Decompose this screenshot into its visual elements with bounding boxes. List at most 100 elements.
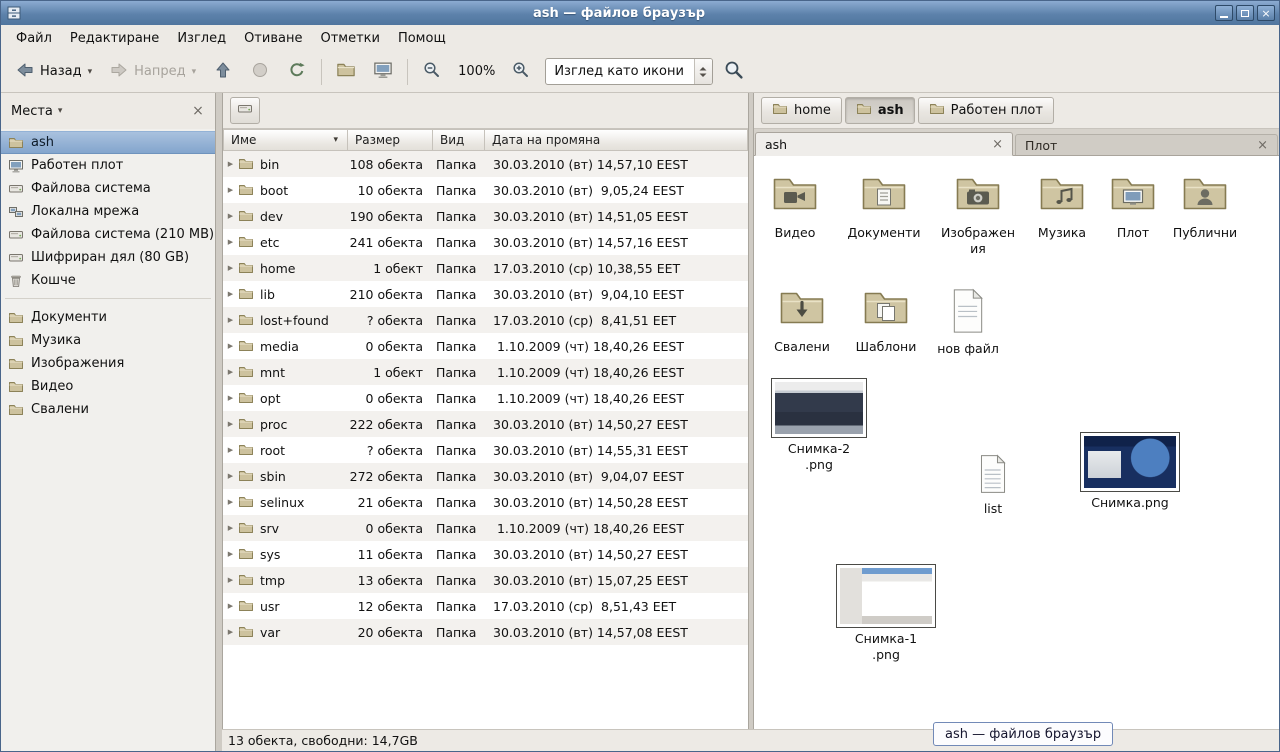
table-row-usr[interactable]: ▶usr12 обектаПапка17.03.2010 (ср) 8,51,4… [223,593,748,619]
icon-view-item-1[interactable]: Видео [756,170,834,241]
maximize-button[interactable] [1236,5,1254,21]
menu-help[interactable]: Помощ [389,28,455,49]
close-sidebar-button[interactable]: × [189,103,207,119]
sidebar-item-encrypted-80gb[interactable]: Шифриран дял (80 GB) [1,246,215,269]
expander-icon[interactable]: ▶ [223,342,238,350]
expander-icon[interactable]: ▶ [223,212,238,220]
sidebar-item-downloads[interactable]: Свалени [1,398,215,421]
icon-view-item-5[interactable]: Плот [1104,170,1162,241]
breadcrumb-ash[interactable]: ash [845,97,915,124]
home-button[interactable] [329,56,363,88]
sidebar-item-pictures[interactable]: Изображения [1,352,215,375]
table-row-media[interactable]: ▶media0 обектаПапка 1.10.2009 (чт) 18,40… [223,333,748,359]
expander-icon[interactable]: ▶ [223,498,238,506]
sidebar-item-ash[interactable]: ash [1,131,215,154]
minimize-button[interactable] [1215,5,1233,21]
icon-view-item-11[interactable]: list [964,454,1022,517]
sidebar-item-filesystem[interactable]: Файлова система [1,177,215,200]
sidebar-item-videos[interactable]: Видео [1,375,215,398]
table-row-selinux[interactable]: ▶selinux21 обектаПапка30.03.2010 (вт) 14… [223,489,748,515]
table-row-sys[interactable]: ▶sys11 обектаПапка30.03.2010 (вт) 14,50,… [223,541,748,567]
table-row-sbin[interactable]: ▶sbin272 обектаПапка30.03.2010 (вт) 9,04… [223,463,748,489]
breadcrumb-desktop[interactable]: Работен плот [918,97,1054,124]
table-row-dev[interactable]: ▶dev190 обектаПапка30.03.2010 (вт) 14,51… [223,203,748,229]
forward-button[interactable]: Напред ▾ [102,56,203,88]
table-row-var[interactable]: ▶var20 обектаПапка30.03.2010 (вт) 14,57,… [223,619,748,645]
expander-icon[interactable]: ▶ [223,420,238,428]
expander-icon[interactable]: ▶ [223,290,238,298]
sidebar-item-local-network[interactable]: Локална мрежа [1,200,215,223]
sidebar-item-trash[interactable]: Кошче [1,269,215,292]
zoom-out-button[interactable] [415,56,449,88]
close-button[interactable]: × [1257,5,1275,21]
menu-file[interactable]: Файл [7,28,61,49]
root-breadcrumb-button[interactable] [230,97,260,124]
sidebar-item-filesystem-210mb[interactable]: Файлова система (210 MB) [1,223,215,246]
expander-icon[interactable]: ▶ [223,394,238,402]
breadcrumb-home[interactable]: home [761,97,842,124]
column-header-type[interactable]: Вид [433,129,485,151]
expander-icon[interactable]: ▶ [223,550,238,558]
table-row-home[interactable]: ▶home1 обектПапка17.03.2010 (ср) 10,38,5… [223,255,748,281]
table-row-lost+found[interactable]: ▶lost+found? обектаПапка17.03.2010 (ср) … [223,307,748,333]
cell-date: 30.03.2010 (вт) 14,51,05 EEST [485,209,748,224]
expander-icon[interactable]: ▶ [223,628,238,636]
icon-view-item-10[interactable]: Снимка-2.png [766,378,872,472]
icon-view-item-7[interactable]: Свалени [762,284,842,355]
places-header[interactable]: Места ▾ × [1,93,215,129]
view-mode-select[interactable]: Изглед като икони [545,58,713,85]
icon-view-item-13[interactable]: Снимка-1.png [832,564,940,662]
icon-view-item-6[interactable]: Публични [1164,170,1246,241]
icon-view-item-12[interactable]: Снимка.png [1076,432,1184,511]
folder-icon [8,402,24,418]
icon-view-item-3[interactable]: Изображения [940,170,1016,256]
stop-button[interactable] [243,56,277,88]
sidebar-item-desktop[interactable]: Работен плот [1,154,215,177]
table-row-bin[interactable]: ▶bin108 обектаПапка30.03.2010 (вт) 14,57… [223,151,748,177]
column-header-size[interactable]: Размер [348,129,433,151]
expander-icon[interactable]: ▶ [223,160,238,168]
table-row-tmp[interactable]: ▶tmp13 обектаПапка30.03.2010 (вт) 15,07,… [223,567,748,593]
table-row-mnt[interactable]: ▶mnt1 обектПапка 1.10.2009 (чт) 18,40,26… [223,359,748,385]
table-row-lib[interactable]: ▶lib210 обектаПапка30.03.2010 (вт) 9,04,… [223,281,748,307]
expander-icon[interactable]: ▶ [223,472,238,480]
expander-icon[interactable]: ▶ [223,186,238,194]
expander-icon[interactable]: ▶ [223,264,238,272]
spinner-arrows-icon[interactable] [694,59,712,84]
icon-view-item-4[interactable]: Музика [1022,170,1102,241]
menu-go[interactable]: Отиване [235,28,311,49]
icon-view-item-9[interactable]: нов файл [930,288,1006,357]
back-button[interactable]: Назад ▾ [8,56,99,88]
icon-view-item-2[interactable]: Документи [838,170,930,241]
expander-icon[interactable]: ▶ [223,446,238,454]
tab-ash[interactable]: ash × [755,132,1013,156]
menu-view[interactable]: Изглед [168,28,235,49]
expander-icon[interactable]: ▶ [223,576,238,584]
table-row-boot[interactable]: ▶boot10 обектаПапка30.03.2010 (вт) 9,05,… [223,177,748,203]
close-tab-icon[interactable]: × [992,137,1003,152]
expander-icon[interactable]: ▶ [223,368,238,376]
menu-edit[interactable]: Редактиране [61,28,168,49]
icon-view-item-8[interactable]: Шаблони [846,284,926,355]
table-row-root[interactable]: ▶root? обектаПапка30.03.2010 (вт) 14,55,… [223,437,748,463]
tab-desktop[interactable]: Плот × [1015,134,1278,155]
column-header-name[interactable]: Име▾ [223,129,348,151]
expander-icon[interactable]: ▶ [223,238,238,246]
sidebar-item-music[interactable]: Музика [1,329,215,352]
column-header-date[interactable]: Дата на промяна [485,129,748,151]
expander-icon[interactable]: ▶ [223,524,238,532]
computer-button[interactable] [366,56,400,88]
search-button[interactable] [716,56,752,88]
table-row-srv[interactable]: ▶srv0 обектаПапка 1.10.2009 (чт) 18,40,2… [223,515,748,541]
sidebar-item-documents[interactable]: Документи [1,306,215,329]
table-row-opt[interactable]: ▶opt0 обектаПапка 1.10.2009 (чт) 18,40,2… [223,385,748,411]
up-button[interactable] [206,56,240,88]
table-row-etc[interactable]: ▶etc241 обектаПапка30.03.2010 (вт) 14,57… [223,229,748,255]
zoom-in-button[interactable] [504,56,538,88]
expander-icon[interactable]: ▶ [223,602,238,610]
close-tab-icon[interactable]: × [1257,138,1268,153]
menu-bookmarks[interactable]: Отметки [311,28,388,49]
reload-button[interactable] [280,56,314,88]
table-row-proc[interactable]: ▶proc222 обектаПапка30.03.2010 (вт) 14,5… [223,411,748,437]
expander-icon[interactable]: ▶ [223,316,238,324]
